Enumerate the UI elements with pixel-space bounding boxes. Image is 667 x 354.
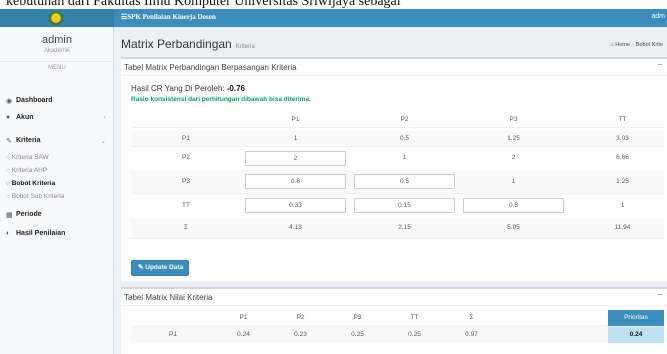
matrix-cell: 0.25 — [351, 331, 364, 338]
table-row-label: P2 — [182, 154, 190, 161]
sidebar-item-akun[interactable]: ● Akun ‹ — [0, 110, 113, 126]
matrix-cell: 5.05 — [507, 224, 520, 231]
table-header-line — [131, 127, 664, 128]
matrix-cell: 1.25 — [616, 177, 629, 185]
sidebar-menu-header: MENU — [48, 65, 66, 71]
dashboard-icon: ◉ — [6, 98, 13, 105]
sidebar-item-label: Periode — [16, 211, 42, 218]
edit-icon: ✎ — [6, 138, 12, 145]
matrix-cell: 3.03 — [616, 134, 629, 142]
box-header: Tabel Matrix Nilai Kriteria − — [121, 289, 667, 306]
sidebar-item-dashboard[interactable]: ◉ Dashboard — [0, 93, 113, 109]
breadcrumb-home[interactable]: Home — [615, 42, 630, 48]
sidebar-item-label: Akun — [16, 114, 34, 121]
table-header-cell: P3 — [509, 116, 518, 123]
matrix-cell: 1.25 — [507, 134, 520, 142]
matrix-cell: 1 — [293, 134, 298, 142]
matrix-cell: 0.97 — [465, 331, 478, 338]
matrix-cell: 4.13 — [289, 224, 302, 231]
sidebar-subitem-bobot-sub-kriteria[interactable]: ○ Bobot Sub Kriteria — [6, 193, 65, 200]
matrix-input[interactable]: 0.8 — [463, 198, 564, 213]
chevron-down-icon: ⌄ — [100, 138, 106, 145]
table-header-cell: P3 — [353, 314, 362, 321]
table-header-cell: TT — [410, 314, 419, 321]
priority-header: Prioritas — [624, 314, 648, 321]
chart-icon: ◐ — [6, 230, 11, 237]
collapse-button[interactable]: − — [657, 60, 663, 71]
sidebar-item-label: Kriteria — [16, 137, 41, 144]
box-title: Tabel Matrix Nilai Kriteria — [124, 293, 213, 302]
sidebar-subitem-bobot-kriteria[interactable]: ○ Bobot Kriteria — [6, 180, 55, 187]
update-data-button[interactable]: ✎ Update Data — [131, 260, 189, 276]
sidebar-divider — [0, 61, 114, 62]
logo-area[interactable] — [0, 9, 114, 27]
sidebar-item-kriteria[interactable]: ✎ Kriteria ⌄ — [0, 133, 113, 149]
table-row-line — [131, 146, 664, 147]
priority-cell: 0.24 — [629, 331, 643, 338]
sidebar-subitem-kriteria-ahp[interactable]: ○ Kriteria AHP — [6, 167, 47, 174]
table-row-label: P3 — [182, 177, 190, 185]
matrix-input[interactable]: 0.15 — [354, 198, 455, 213]
collapse-button[interactable]: − — [657, 290, 663, 301]
value-matrix-box: Tabel Matrix Nilai Kriteria − P1 P2 P3 TT Σ P… — [121, 287, 667, 354]
sidebar-role: Akademik — [43, 48, 71, 54]
breadcrumb-current: Bobot Krite — [635, 42, 663, 48]
table-header-cell: Σ — [469, 314, 474, 321]
cr-result: Hasil CR Yang Di Peroleh: -0.76 — [131, 84, 245, 93]
matrix-input[interactable]: 0.8 — [245, 174, 346, 189]
sidebar-item-label: Hasil Penilaian — [16, 230, 66, 237]
table-header-cell: P1 — [291, 116, 300, 123]
sidebar-item-hasil-penilaian[interactable]: ◐ Hasil Penilaian — [0, 226, 113, 242]
matrix-input[interactable]: 2 — [245, 150, 346, 166]
matrix-cell: 0.25 — [408, 331, 421, 338]
table-row-label: P1 — [182, 134, 190, 142]
sidebar-subitem-kriteria-saw[interactable]: ○ Kriteria SAW — [6, 154, 49, 161]
university-logo-icon — [49, 11, 63, 25]
matrix-cell: 11.94 — [614, 224, 631, 231]
box-header: Tabel Matrix Perbandingan Berpasangan Kr… — [121, 59, 667, 76]
document-caption: kebutuhan dari Fakultas Ilmu Komputer Un… — [0, 0, 667, 9]
table-header-cell: P2 — [296, 314, 305, 321]
user-menu[interactable]: adm — [651, 13, 665, 20]
comparison-matrix-box: Tabel Matrix Perbandingan Berpasangan Kr… — [121, 57, 667, 281]
page-title: Matrix Perbandingan Kriteria — [121, 37, 255, 51]
sidebar-item-label: Dashboard — [16, 97, 53, 104]
pencil-icon: ✎ — [138, 264, 144, 271]
matrix-cell: 6.66 — [616, 154, 629, 161]
consistency-note: Rasio konsistensi dari perhitungan dibaw… — [131, 96, 311, 103]
page-subtitle: Kriteria — [235, 44, 255, 50]
calendar-icon: ▦ — [6, 212, 13, 219]
matrix-cell: 0.5 — [399, 134, 410, 142]
cr-value: -0.76 — [226, 84, 245, 93]
matrix-cell: 2 — [511, 154, 516, 161]
table-row-line — [131, 193, 664, 194]
matrix-cell: 0.23 — [294, 331, 307, 338]
breadcrumb: ⌂ Home › Bobot Krite — [610, 42, 663, 48]
table-row-label: TT — [182, 201, 190, 209]
box-title: Tabel Matrix Perbandingan Berpasangan Kr… — [124, 63, 297, 72]
home-icon: ⌂ — [610, 42, 614, 48]
table-header-cell: P1 — [239, 314, 248, 321]
sidebar: admin Akademik MENU ◉ Dashboard ● Akun ‹… — [0, 27, 114, 354]
matrix-input[interactable]: 0.5 — [354, 174, 455, 189]
matrix-cell: 0.24 — [237, 331, 250, 338]
table-row-label: Σ — [183, 224, 189, 231]
main-content: Matrix Perbandingan Kriteria ⌂ Home › Bobot… — [114, 27, 667, 354]
matrix-cell: 1 — [511, 177, 516, 185]
users-icon: ● — [6, 114, 11, 121]
app-title[interactable]: ☰SPK Penilaian Kinerja Dosen — [121, 13, 216, 21]
chevron-left-icon: ‹ — [103, 114, 106, 121]
table-header-cell: P2 — [400, 116, 409, 123]
table-row-line — [131, 238, 664, 239]
caption-text: kebutuhan dari Fakultas Ilmu Komputer Un… — [6, 0, 401, 9]
matrix-cell: 2.15 — [398, 224, 411, 231]
top-navbar: ☰SPK Penilaian Kinerja Dosen adm — [0, 9, 667, 27]
sidebar-item-periode[interactable]: ▦ Periode — [0, 207, 113, 223]
sidebar-username: admin — [42, 34, 72, 46]
matrix-input[interactable]: 0.33 — [245, 198, 346, 213]
table-header-cell: TT — [618, 116, 627, 123]
matrix-cell: 1 — [402, 154, 407, 161]
table-row-label: P1 — [169, 331, 177, 338]
matrix-cell: 1 — [620, 201, 625, 209]
